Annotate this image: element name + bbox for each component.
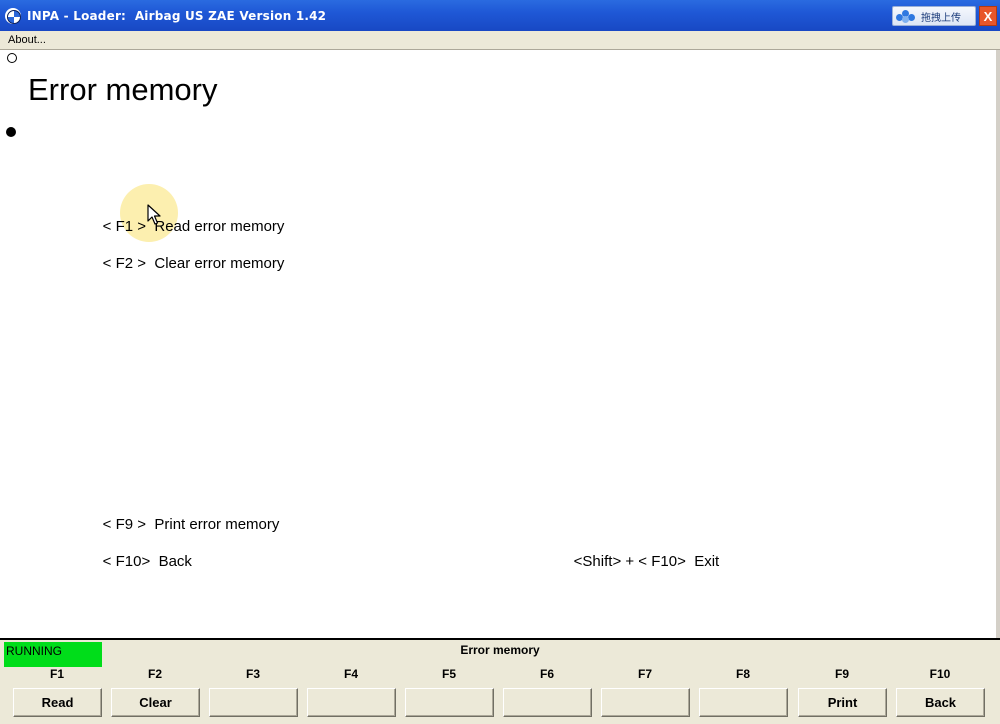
f5-button[interactable] bbox=[405, 688, 494, 717]
option-clear-error-memory[interactable]: < F2 > Clear error memory bbox=[86, 238, 285, 289]
menu-bar: About... bbox=[0, 31, 1000, 50]
f4-button[interactable] bbox=[307, 688, 396, 717]
screen-title: Error memory bbox=[460, 643, 540, 657]
option-back[interactable]: < F10> Back bbox=[86, 536, 192, 587]
option-key: < F2 > bbox=[102, 255, 147, 272]
main-content: Error memory < F1 > Read error memory < … bbox=[2, 50, 996, 640]
page-title: Error memory bbox=[28, 72, 218, 107]
f6-button[interactable] bbox=[503, 688, 592, 717]
option-key: < F1 > bbox=[102, 218, 147, 235]
f9-print-button[interactable]: Print bbox=[798, 688, 887, 717]
fkey-label-f5: F5 bbox=[441, 667, 456, 681]
fkey-label-f6: F6 bbox=[539, 667, 554, 681]
status-bar: RUNNING Error memory F1 F2 F3 F4 F5 F6 F… bbox=[0, 638, 1000, 724]
mouse-pointer-icon bbox=[147, 204, 161, 225]
fkey-label-f7: F7 bbox=[637, 667, 652, 681]
option-label: Read error memory bbox=[154, 218, 285, 235]
fkey-label-f10: F10 bbox=[929, 667, 951, 681]
window-edge bbox=[996, 50, 1000, 640]
drag-upload-button[interactable]: 拖拽上传 bbox=[892, 6, 976, 26]
fkey-label-f3: F3 bbox=[245, 667, 260, 681]
fkey-label-f2: F2 bbox=[147, 667, 162, 681]
f3-button[interactable] bbox=[209, 688, 298, 717]
option-key: < F10> bbox=[102, 553, 151, 570]
fkey-label-f8: F8 bbox=[735, 667, 750, 681]
f8-button[interactable] bbox=[699, 688, 788, 717]
menu-item-about[interactable]: About... bbox=[8, 34, 46, 46]
f7-button[interactable] bbox=[601, 688, 690, 717]
f1-read-button[interactable]: Read bbox=[13, 688, 102, 717]
f10-back-button[interactable]: Back bbox=[896, 688, 985, 717]
option-key: < F9 > bbox=[102, 516, 147, 533]
empty-circle-icon bbox=[7, 53, 17, 63]
bmw-logo-icon bbox=[5, 7, 21, 24]
option-label: Back bbox=[158, 553, 192, 570]
fkey-label-f1: F1 bbox=[49, 667, 64, 681]
f2-clear-button[interactable]: Clear bbox=[111, 688, 200, 717]
function-key-buttons: Read Clear Print Back bbox=[0, 688, 1000, 718]
cloud-upload-icon bbox=[895, 8, 917, 24]
option-label: Clear error memory bbox=[154, 255, 285, 272]
fkey-label-f4: F4 bbox=[343, 667, 358, 681]
window-title: INPA - Loader: Airbag US ZAE Version 1.4… bbox=[27, 8, 327, 23]
option-key: <Shift> + < F10> bbox=[573, 553, 686, 570]
option-label: Print error memory bbox=[154, 516, 280, 533]
function-key-labels: F1 F2 F3 F4 F5 F6 F7 F8 F9 F10 bbox=[0, 667, 1000, 685]
option-exit[interactable]: <Shift> + < F10> Exit bbox=[557, 536, 720, 587]
close-button[interactable]: X bbox=[979, 6, 997, 26]
filled-circle-icon bbox=[6, 127, 16, 137]
drag-upload-label: 拖拽上传 bbox=[921, 12, 961, 24]
fkey-label-f9: F9 bbox=[834, 667, 849, 681]
option-label: Exit bbox=[694, 553, 720, 570]
title-bar[interactable]: INPA - Loader: Airbag US ZAE Version 1.4… bbox=[0, 0, 1000, 31]
